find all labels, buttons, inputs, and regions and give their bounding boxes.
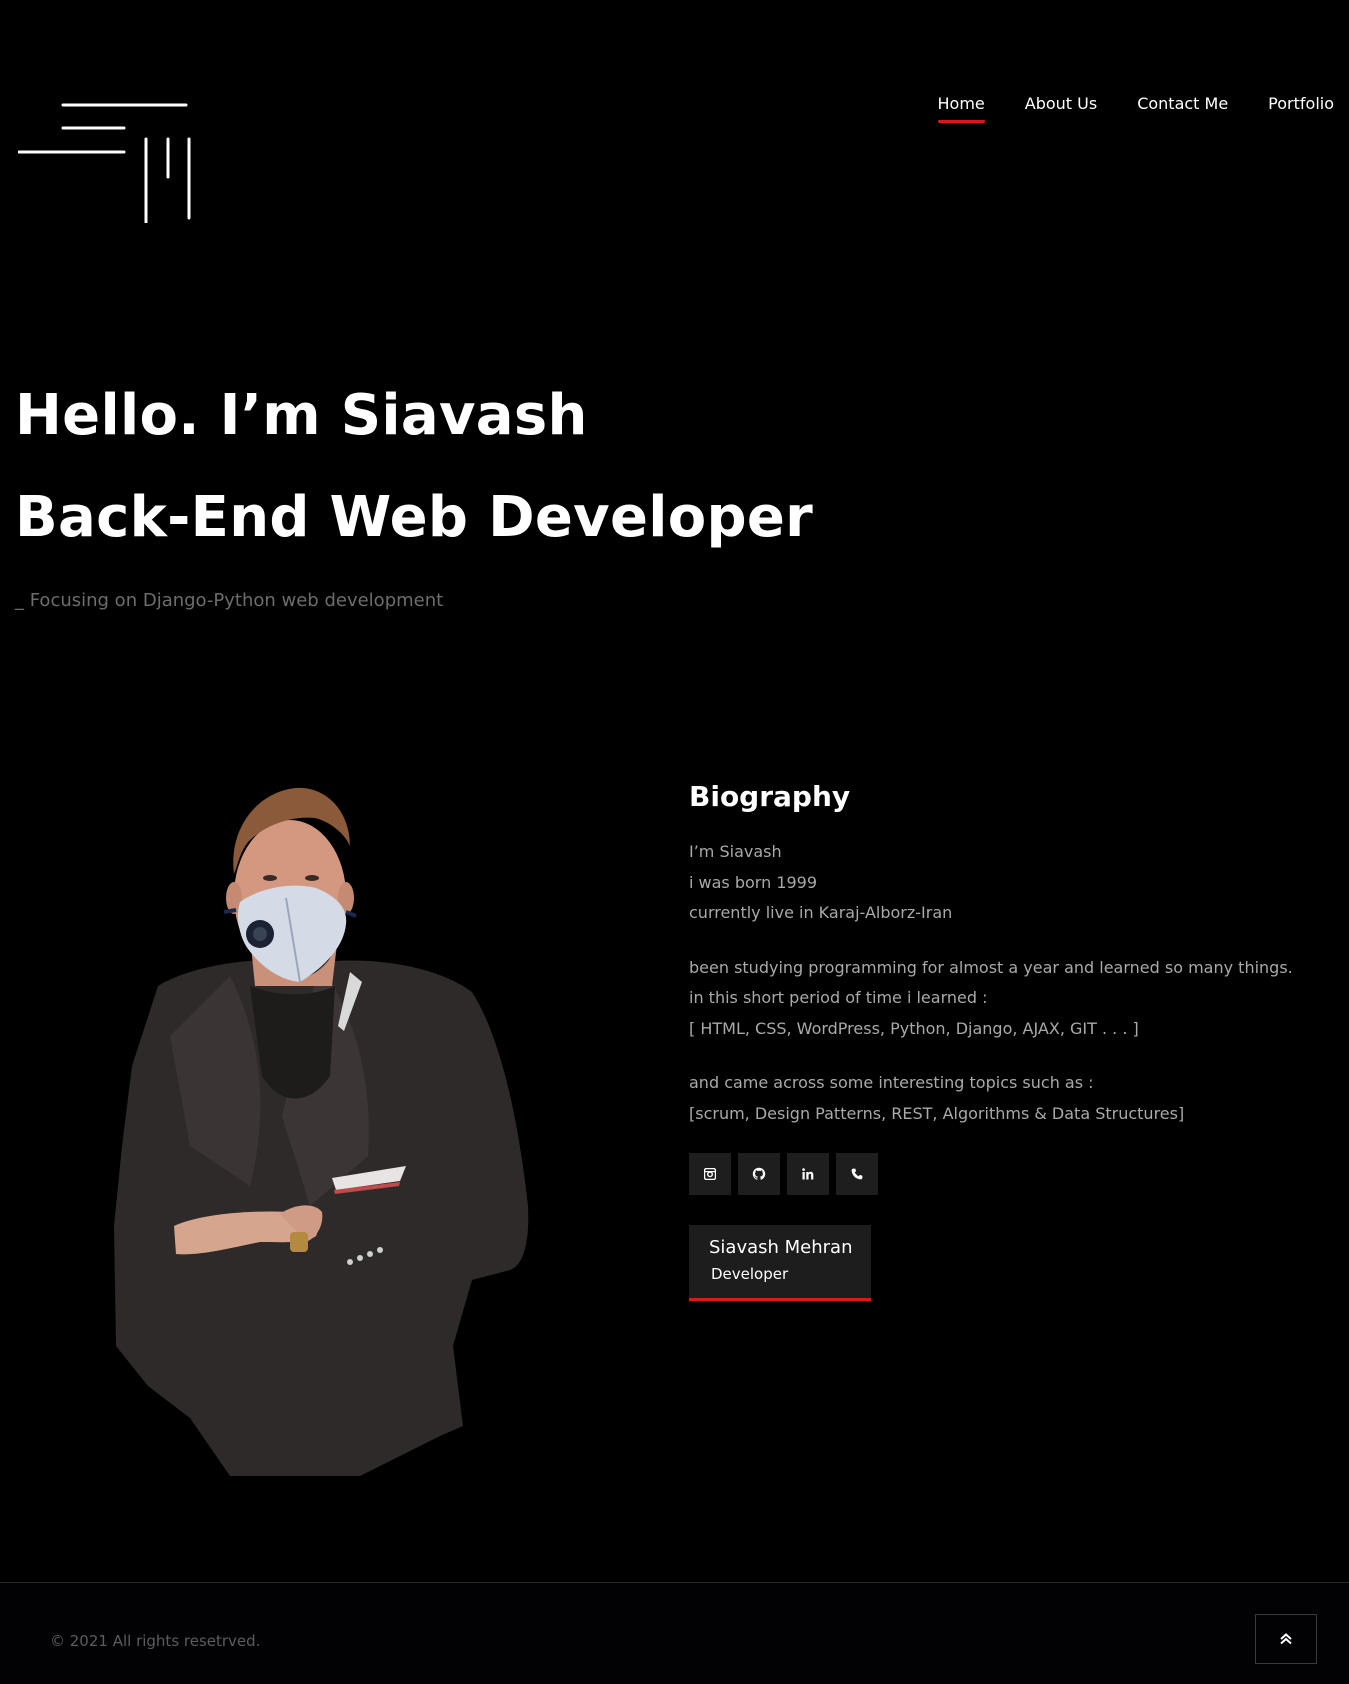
nav-about-us[interactable]: About Us: [1025, 94, 1097, 123]
biography-title: Biography: [689, 780, 851, 813]
bio-line: been studying programming for almost a y…: [689, 957, 1293, 977]
instagram-button[interactable]: [689, 1153, 731, 1195]
bio-line: in this short period of time i learned :: [689, 988, 988, 1007]
nav-portfolio[interactable]: Portfolio: [1268, 94, 1334, 123]
hero-subtitle: _ Focusing on Django-Python web developm…: [15, 590, 444, 611]
biography-section: Biography I’m Siavash i was born 1999 cu…: [689, 780, 1329, 1301]
signature-card[interactable]: Siavash Mehran Developer: [689, 1225, 871, 1301]
bio-line: and came across some interesting topics …: [689, 1073, 1094, 1092]
hero-greeting: Hello. I’m Siavash: [15, 383, 588, 448]
phone-button[interactable]: [836, 1153, 878, 1195]
linkedin-icon: [802, 1168, 814, 1180]
back-to-top-button[interactable]: [1255, 1614, 1317, 1664]
github-button[interactable]: [738, 1153, 780, 1195]
bio-line: currently live in Karaj-Alborz-Iran: [689, 903, 953, 922]
bio-line: I’m Siavash: [689, 842, 782, 861]
site-footer: © 2021 All rights resetrved.: [0, 1582, 1349, 1684]
site-logo[interactable]: [18, 103, 194, 223]
bio-personal: I’m Siavash i was born 1999 currently li…: [689, 837, 1329, 929]
phone-icon: [851, 1168, 863, 1180]
github-icon: [752, 1167, 766, 1180]
bio-line: [scrum, Design Patterns, REST, Algorithm…: [689, 1103, 1185, 1123]
nav-contact-me[interactable]: Contact Me: [1137, 94, 1228, 123]
bio-line: [ HTML, CSS, WordPress, Python, Django, …: [689, 1018, 1139, 1038]
bio-line: i was born 1999: [689, 872, 818, 892]
instagram-icon: [704, 1168, 716, 1180]
double-chevron-up-icon: [1280, 1633, 1292, 1645]
hero-role: Back-End Web Developer: [15, 485, 814, 550]
bio-topics: and came across some interesting topics …: [689, 1068, 1329, 1129]
profile-photo: [110, 786, 550, 1478]
logo-mark: [18, 103, 191, 223]
main-nav: Home About Us Contact Me Portfolio: [937, 94, 1334, 123]
signature-role: Developer: [711, 1265, 789, 1283]
social-links: [689, 1153, 1329, 1195]
signature-name: Siavash Mehran: [709, 1237, 853, 1258]
linkedin-button[interactable]: [787, 1153, 829, 1195]
nav-home[interactable]: Home: [937, 94, 986, 123]
copyright-text: © 2021 All rights resetrved.: [50, 1632, 261, 1650]
bio-skills: been studying programming for almost a y…: [689, 953, 1329, 1045]
